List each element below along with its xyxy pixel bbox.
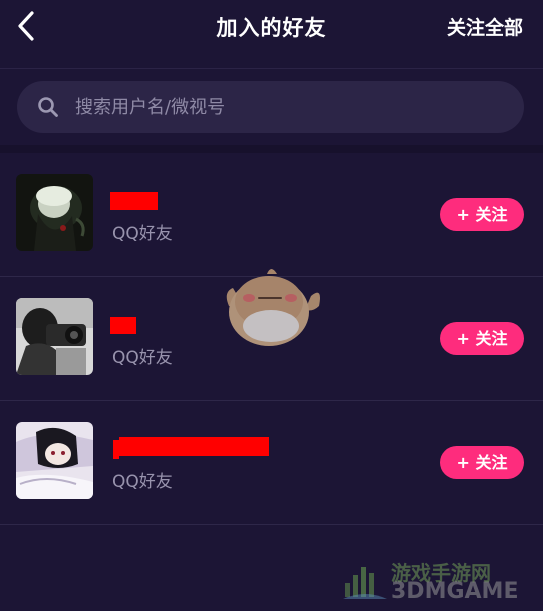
top-bar: 加入的好友 关注全部 xyxy=(0,0,543,69)
follow-button[interactable]: + 关注 xyxy=(440,322,524,355)
redacted-username xyxy=(110,192,158,210)
redacted-username xyxy=(110,317,136,334)
friend-row[interactable]: QQ好友 + 关注 xyxy=(0,153,543,277)
friend-row[interactable]: QQ好友 + 关注 xyxy=(0,401,543,525)
redacted-username xyxy=(119,437,269,456)
friend-source-label: QQ好友 xyxy=(112,224,173,244)
follow-all-button[interactable]: 关注全部 xyxy=(447,13,523,40)
search-section xyxy=(0,69,543,145)
avatar-image xyxy=(16,174,93,251)
friend-source-label: QQ好友 xyxy=(112,472,173,492)
avatar[interactable] xyxy=(16,298,93,375)
site-watermark: 游戏手游网 3DMGAME xyxy=(343,557,533,605)
avatar-image xyxy=(16,298,93,375)
search-icon xyxy=(38,97,58,117)
friend-source-label: QQ好友 xyxy=(112,348,173,368)
mascot-watermark xyxy=(219,262,324,352)
avatar[interactable] xyxy=(16,174,93,251)
follow-button[interactable]: + 关注 xyxy=(440,198,524,231)
search-bar[interactable] xyxy=(17,81,524,133)
watermark-logo-icon xyxy=(343,567,387,599)
search-input[interactable] xyxy=(75,81,505,133)
follow-button[interactable]: + 关注 xyxy=(440,446,524,479)
avatar[interactable] xyxy=(16,422,93,499)
watermark-text-en: 3DMGAME xyxy=(391,579,519,604)
section-divider xyxy=(0,145,543,153)
avatar-image xyxy=(16,422,93,499)
